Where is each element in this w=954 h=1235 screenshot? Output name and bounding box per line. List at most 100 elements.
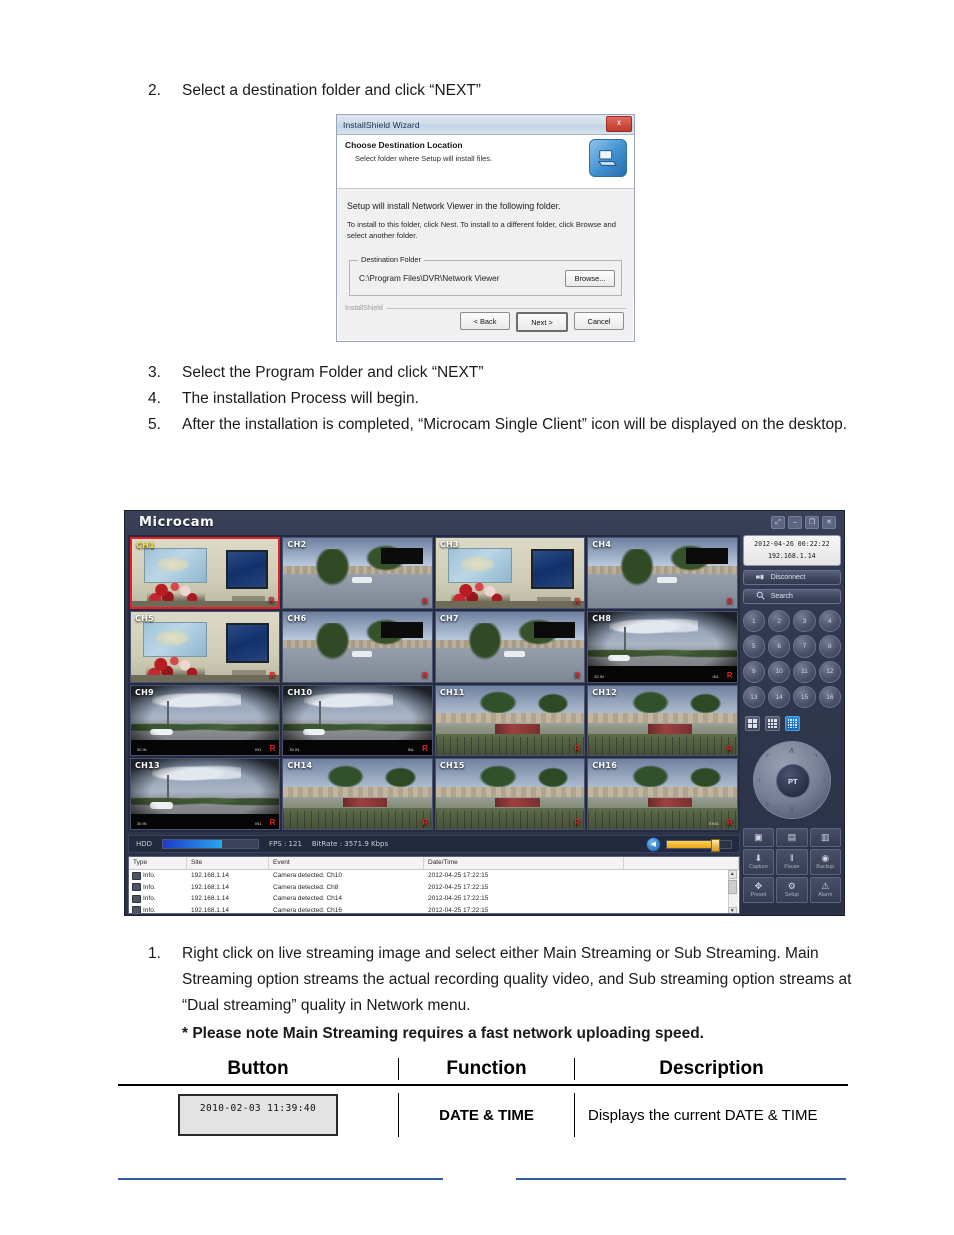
video-cell-ch4[interactable]: CH4 R (587, 537, 738, 609)
ptz-up-icon[interactable]: ∧ (789, 746, 796, 755)
ptz-right-icon[interactable]: › (823, 775, 826, 785)
event-log-row[interactable]: Info. 192.168.1.14 Camera detected. Ch16 20… (129, 905, 739, 913)
event-log-row[interactable]: Info. 192.168.1.14 Camera detected. Ch10 20… (129, 870, 739, 882)
volume-slider[interactable] (665, 838, 732, 852)
scrollbar-thumb[interactable] (727, 880, 737, 894)
browse-button[interactable]: Browse... (565, 270, 615, 287)
restore-all-icon[interactable]: ⤢ (771, 516, 785, 529)
video-cell-ch3[interactable]: CH3 R (434, 537, 586, 609)
maximize-icon[interactable]: ❐ (805, 516, 819, 529)
layout-16-split[interactable] (784, 716, 800, 732)
steps-middle: 3. Select the Program Folder and click “… (148, 360, 848, 438)
list-text: The installation Process will begin. (182, 390, 419, 407)
scroll-up-icon[interactable]: ▲ (727, 870, 737, 879)
footer-rule-left (118, 1178, 443, 1180)
video-cell-ch9[interactable]: CH9 30 IN IN1 R (130, 684, 281, 757)
channel-button-5[interactable]: 5 (742, 635, 766, 658)
ptz-down-icon[interactable]: ∨ (789, 805, 796, 814)
video-cell-ch5[interactable]: CH5 R (130, 610, 281, 683)
video-cell-ch2[interactable]: CH2 R (282, 537, 433, 609)
scroll-down-icon[interactable]: ▼ (727, 907, 737, 913)
video-cell-ch7[interactable]: CH7 R (434, 610, 586, 683)
ptz-left-icon[interactable]: ‹ (758, 775, 761, 785)
bitrate-readout: BitRate : 3571.9 Kbps (311, 840, 389, 848)
backup-button[interactable]: ◉ Backup (809, 849, 841, 876)
event-log[interactable]: Type Site Event Date/Time Info. 192.168.1… (128, 856, 740, 914)
video-area: CH1 R CH2 R CH3 R CH4 R CH5 R CH6 R CH7 R CH8 30 IN IN1 R… (128, 535, 740, 914)
channel-button-3[interactable]: 3 (793, 610, 816, 633)
volume-control[interactable]: ◀ (645, 836, 732, 852)
capture-button[interactable]: ⬇ Capture (742, 849, 775, 876)
table-cell-description: Displays the current DATE & TIME (574, 1093, 848, 1137)
video-cell-ch12[interactable]: CH12 R (587, 684, 738, 757)
installshield-wizard-dialog[interactable]: InstallShield Wizard x Choose Destinatio… (336, 114, 635, 342)
channel-button-4[interactable]: 4 (818, 610, 841, 633)
osd-right: IN1 (255, 821, 262, 826)
ptz-down-left-icon[interactable]: ⌞ (766, 797, 770, 806)
layout-4-split[interactable] (744, 716, 760, 732)
osd-right: IN1 (255, 747, 262, 753)
video-cell-ch8[interactable]: CH8 30 IN IN1 R (587, 610, 738, 683)
channel-button-11[interactable]: 11 (793, 660, 816, 683)
ptz-up-right-icon[interactable]: ⌝ (814, 754, 818, 763)
close-icon[interactable]: x (606, 116, 632, 132)
video-cell-ch1[interactable]: CH1 R (130, 537, 281, 609)
ptz-joystick[interactable]: ∧ ∨ ‹ › ⌜ ⌝ ⌞ ⌟ PT (752, 741, 831, 820)
video-cell-ch14[interactable]: CH14 R (282, 758, 433, 830)
channel-button-2[interactable]: 2 (768, 610, 791, 633)
channel-button-16[interactable]: 16 (818, 685, 841, 709)
channel-button-8[interactable]: 8 (818, 635, 841, 658)
video-cell-ch10[interactable]: CH10 30 IN IN1 R (282, 684, 433, 757)
alarm-button[interactable]: ⚠ Alarm (809, 877, 841, 904)
microcam-client-window[interactable]: Microcam ⤢ – ❐ ✕ CH1 R CH2 R CH3 R CH4 R CH5 R CH6… (124, 510, 845, 916)
next-button[interactable]: Next > (516, 312, 568, 332)
remote-setup-button[interactable]: ▥ (809, 828, 841, 848)
minimize-icon[interactable]: – (788, 516, 802, 529)
video-cell-ch11[interactable]: CH11 R (434, 684, 586, 757)
recording-indicator: R (574, 744, 581, 754)
column-header-event: Event (269, 857, 424, 869)
setup-icon: ⚙ (787, 881, 796, 892)
channel-button-10[interactable]: 10 (768, 660, 791, 683)
recording-indicator: R (422, 818, 428, 827)
video-cell-ch13[interactable]: CH13 30 IN IN1 R (130, 758, 281, 830)
channel-button-6[interactable]: 6 (768, 635, 791, 658)
tool-caption: Pause (784, 864, 800, 871)
disconnect-button[interactable]: Disconnect (742, 570, 841, 585)
column-header-type: Type (129, 857, 187, 869)
live-view-button[interactable]: ▣ (742, 828, 775, 848)
channel-button-9[interactable]: 9 (742, 660, 766, 683)
pause-button[interactable]: ‖ Pause (776, 849, 808, 876)
video-cell-ch15[interactable]: CH15 R (434, 758, 586, 830)
back-button[interactable]: < Back (460, 312, 510, 330)
ptz-down-right-icon[interactable]: ⌟ (814, 797, 818, 806)
close-icon[interactable]: ✕ (822, 516, 836, 529)
channel-button-7[interactable]: 7 (793, 635, 816, 658)
ptz-center-button[interactable]: PT (775, 764, 810, 799)
preset-button[interactable]: ✥ Preset (742, 877, 775, 904)
channel-label: CH11 (439, 687, 465, 697)
channel-label: CH7 (439, 613, 459, 623)
video-cell-ch16[interactable]: CH16 XX01 R (587, 758, 738, 830)
event-log-row[interactable]: Info. 192.168.1.14 Camera detected. Ch8 201… (129, 882, 739, 894)
channel-button-14[interactable]: 14 (768, 685, 791, 709)
speaker-icon[interactable]: ◀ (645, 836, 661, 852)
tool-caption: Setup (784, 892, 799, 899)
channel-button-12[interactable]: 12 (818, 660, 841, 683)
log-type: Info. (129, 906, 187, 913)
datetime-button-sample[interactable]: 2010-02-03 11:39:40 (178, 1094, 338, 1136)
channel-button-13[interactable]: 13 (742, 685, 766, 709)
setup-button[interactable]: ⚙ Setup (776, 877, 808, 904)
channel-button-1[interactable]: 1 (742, 610, 766, 633)
event-log-scrollbar[interactable]: ▲ ▼ (727, 870, 738, 913)
ptz-up-left-icon[interactable]: ⌜ (766, 754, 770, 763)
video-cell-ch6[interactable]: CH6 R (282, 610, 433, 683)
event-log-row[interactable]: Info. 192.168.1.14 Camera detected. Ch14 20… (129, 893, 739, 905)
search-button[interactable]: Search (742, 589, 841, 604)
destination-folder-legend: Destination Folder (358, 255, 424, 264)
playback-button[interactable]: ▤ (776, 828, 808, 848)
channel-button-15[interactable]: 15 (793, 685, 816, 709)
cancel-button[interactable]: Cancel (574, 312, 624, 330)
layout-9-split[interactable] (764, 716, 780, 732)
volume-slider-handle[interactable] (710, 838, 720, 852)
